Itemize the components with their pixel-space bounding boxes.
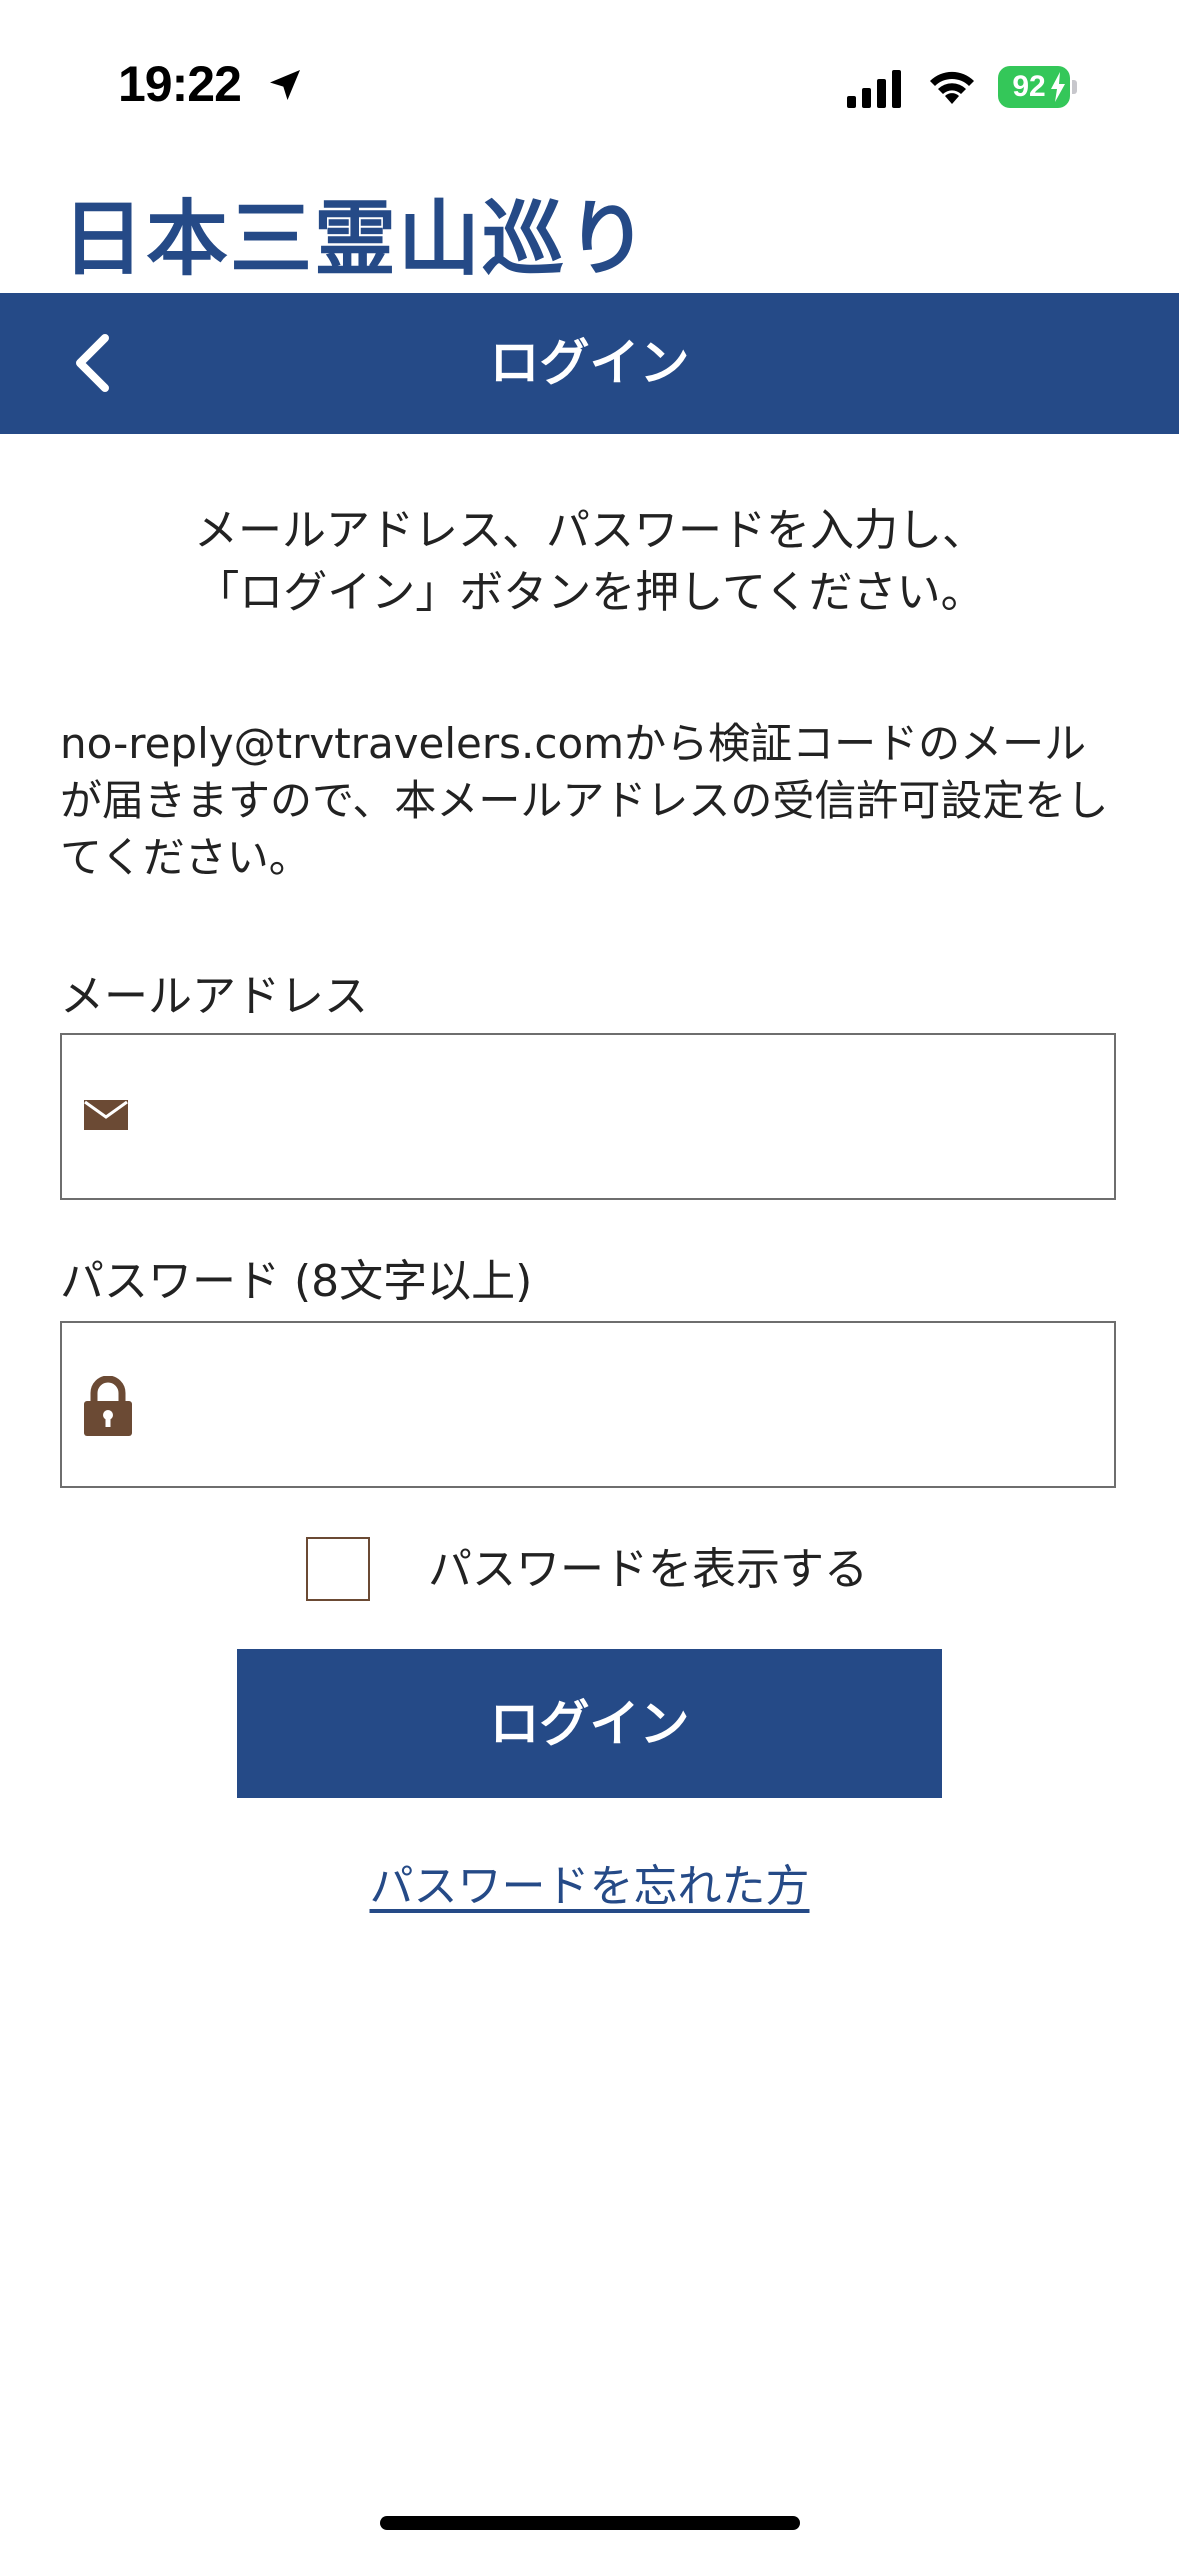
status-time: 19:22	[118, 56, 242, 112]
battery-cap	[1072, 80, 1077, 94]
password-field[interactable]	[182, 1323, 1086, 1488]
show-password-label[interactable]: パスワードを表示する	[428, 1540, 868, 1600]
email-notice: no-reply@trvtravelers.comから検証コードのメールが届きま…	[60, 719, 1109, 882]
lock-icon	[84, 1376, 132, 1436]
show-password-checkbox[interactable]	[306, 1537, 370, 1601]
status-bar: 19:22 92	[0, 0, 1179, 170]
email-field[interactable]	[182, 1035, 1086, 1200]
location-arrow-icon	[270, 70, 300, 100]
nav-title: ログイン	[489, 334, 690, 392]
password-label: パスワード (8文字以上)	[60, 1256, 533, 1307]
chevron-left-icon	[76, 334, 109, 392]
login-button[interactable]: ログイン	[237, 1649, 942, 1798]
battery-indicator: 92	[998, 66, 1078, 108]
email-field-container	[60, 1033, 1116, 1200]
cellular-signal-icon	[847, 70, 901, 108]
email-label: メールアドレス	[60, 971, 368, 1022]
login-screen: 19:22 92 日本三霊山巡り ログイン メールアドレス、パスワードを入力し、…	[0, 0, 1179, 2556]
wifi-icon	[930, 71, 974, 104]
mail-icon	[84, 1100, 128, 1130]
app-title: 日本三霊山巡り	[62, 192, 651, 287]
password-field-container	[60, 1321, 1116, 1488]
back-button[interactable]	[50, 318, 140, 408]
instructions-line-2: 「ログイン」ボタンを押してください。	[195, 567, 985, 618]
instructions-line-1: メールアドレス、パスワードを入力し、	[194, 505, 986, 556]
nav-bar: ログイン	[0, 293, 1179, 434]
forgot-password-link[interactable]: パスワードを忘れた方	[0, 1850, 1179, 1914]
charging-bolt-icon	[1051, 72, 1065, 102]
instructions: メールアドレス、パスワードを入力し、 「ログイン」ボタンを押してください。	[60, 500, 1120, 624]
home-indicator	[380, 2516, 800, 2530]
